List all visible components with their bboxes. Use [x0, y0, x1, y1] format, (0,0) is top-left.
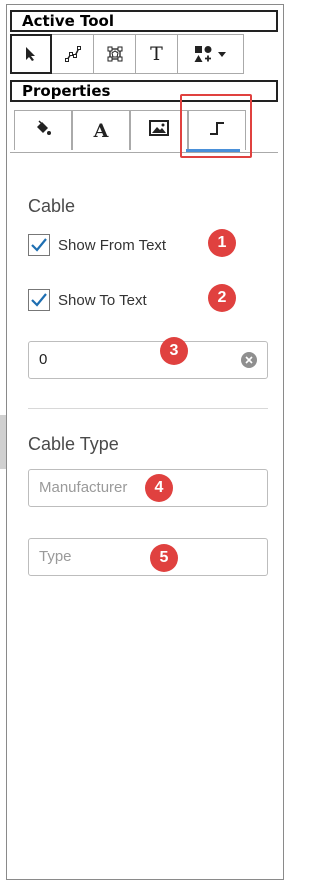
cable-value-field[interactable]: 0: [28, 341, 268, 379]
text-format-icon: A: [93, 119, 109, 142]
active-tool-header: Active Tool: [10, 10, 278, 32]
callout-badge: 2: [208, 284, 236, 312]
callout-badge: 3: [160, 337, 188, 365]
show-from-text-label: Show From Text: [58, 236, 167, 254]
shapes-dropdown-button[interactable]: [178, 34, 244, 74]
show-from-text-row[interactable]: Show From Text: [28, 232, 166, 258]
bounding-box-tool-button[interactable]: [94, 34, 136, 74]
show-from-text-checkbox[interactable]: [28, 234, 50, 256]
node-edit-tool-button[interactable]: [52, 34, 94, 74]
fill-bucket-icon: [34, 119, 52, 142]
cable-heading: Cable: [28, 196, 76, 216]
bounding-box-icon: [106, 45, 124, 63]
clear-icon[interactable]: [241, 352, 257, 368]
show-to-text-checkbox[interactable]: [28, 289, 50, 311]
shapes-dropdown-icon: [194, 45, 228, 63]
pointer-tool-button[interactable]: [10, 34, 52, 74]
cable-value-text: 0: [39, 351, 48, 368]
tab-fill[interactable]: [14, 110, 72, 150]
show-to-text-label: Show To Text: [58, 291, 147, 309]
tool-toolbar: T: [10, 34, 244, 76]
text-tool-button[interactable]: T: [136, 34, 178, 74]
text-tool-icon: T: [150, 43, 163, 65]
type-field[interactable]: Type: [28, 538, 268, 576]
cable-type-heading: Cable Type: [28, 434, 119, 454]
type-placeholder: Type: [39, 548, 72, 565]
manufacturer-placeholder: Manufacturer: [39, 479, 128, 496]
cable-tab-callout: [180, 94, 252, 158]
section-divider: [28, 408, 268, 409]
callout-badge: 1: [208, 229, 236, 257]
node-edit-icon: [64, 45, 82, 63]
pointer-icon: [24, 46, 38, 62]
image-icon: [149, 120, 169, 141]
callout-badge: 5: [150, 544, 178, 572]
show-to-text-row[interactable]: Show To Text: [28, 287, 147, 313]
tab-text-format[interactable]: A: [72, 110, 130, 150]
callout-badge: 4: [145, 474, 173, 502]
